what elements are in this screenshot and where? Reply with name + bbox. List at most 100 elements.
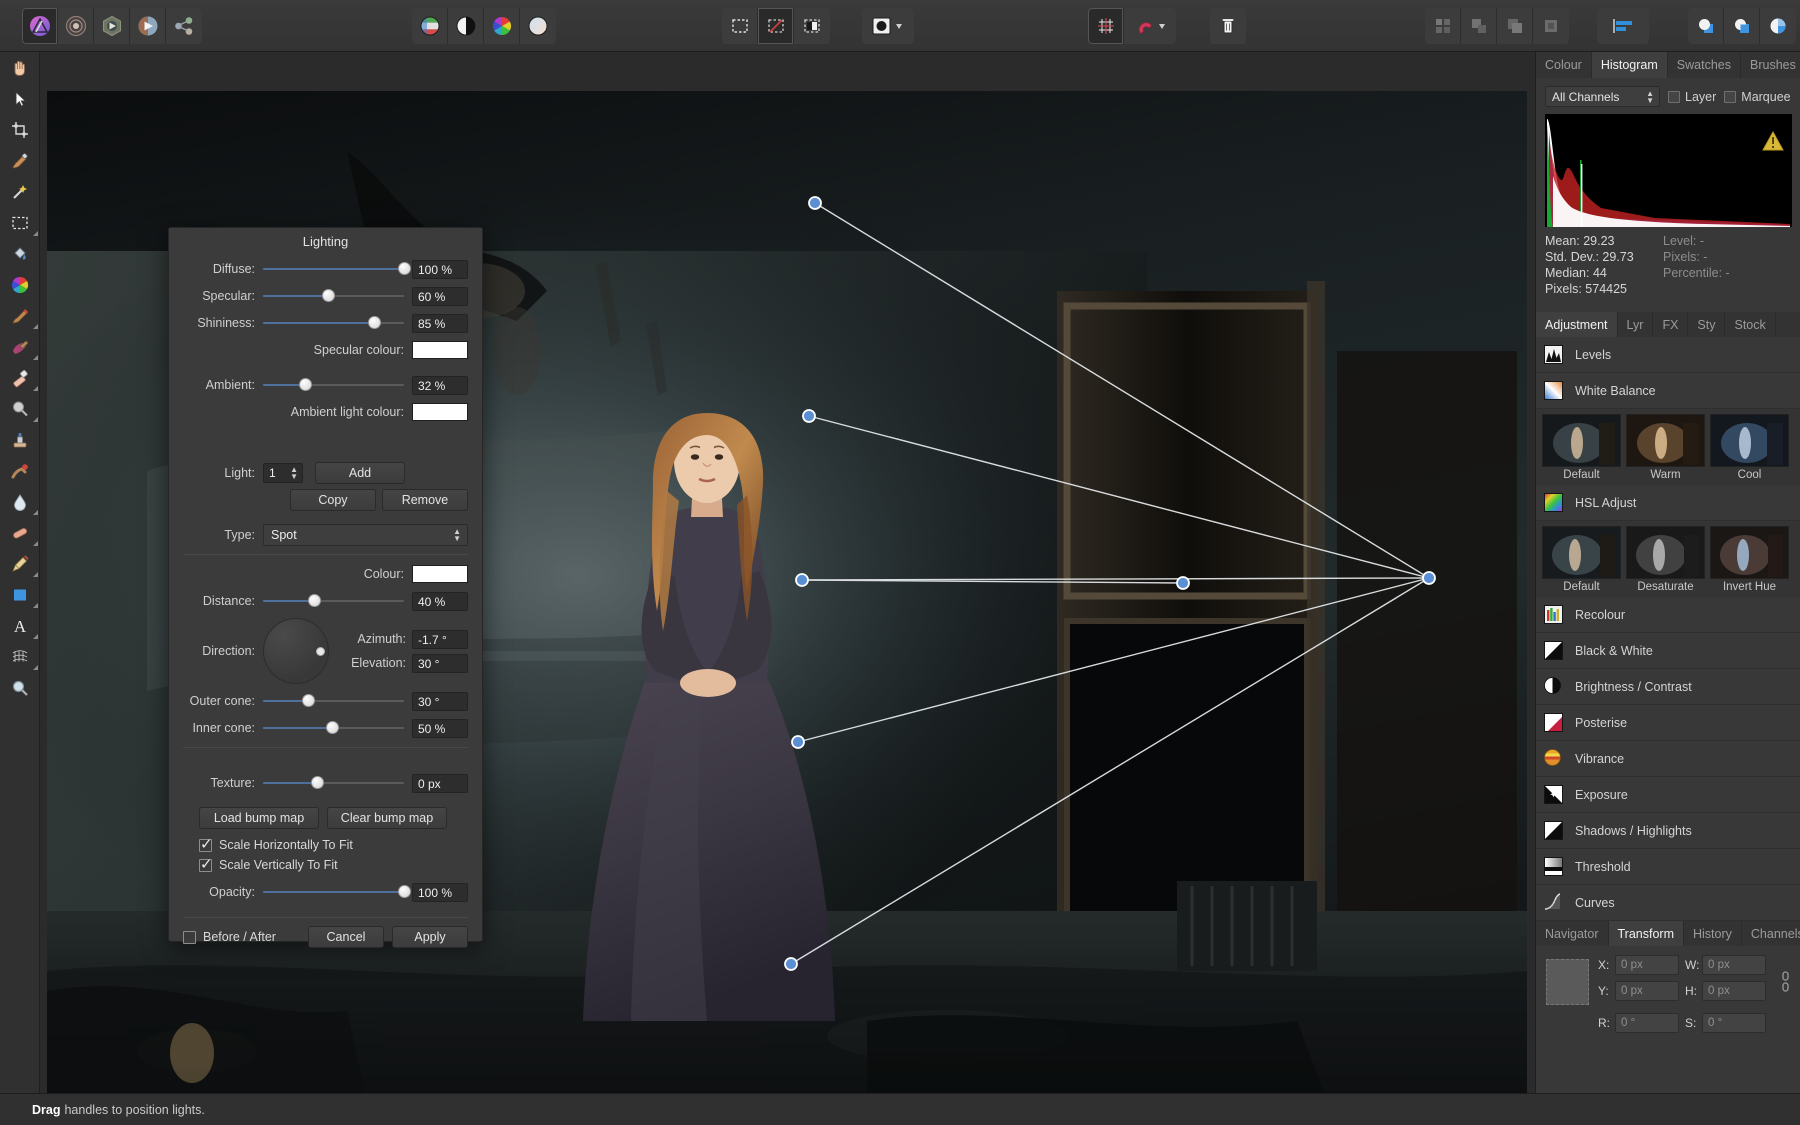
crop-tool[interactable] [0, 114, 40, 145]
snapping-magnet-icon[interactable] [1124, 8, 1176, 44]
opacity-value[interactable]: 100 % [412, 883, 468, 902]
tab-histogram[interactable]: Histogram [1592, 52, 1668, 78]
tab-sty[interactable]: Sty [1688, 312, 1725, 337]
copy-light-button[interactable]: Copy [290, 489, 376, 511]
light-handle-upper-mid[interactable] [803, 410, 815, 422]
marquee-selection-icon[interactable] [722, 8, 758, 44]
light-colour-swatch[interactable] [412, 565, 468, 583]
light-type-select[interactable]: Spot ▲▼ [263, 524, 468, 546]
lighting-dialog[interactable]: Lighting Diffuse: 100 % Specular: [168, 227, 483, 942]
marquee-select-tool[interactable] [0, 207, 40, 238]
artistic-text-tool[interactable]: A [0, 610, 40, 641]
h-input[interactable]: 0 px [1702, 981, 1766, 1001]
preset-hsl-invert-hue[interactable]: Invert Hue [1710, 526, 1789, 593]
subtract-shape-icon[interactable] [1724, 8, 1760, 44]
texture-value[interactable]: 0 px [412, 774, 468, 793]
adjustment-item-posterise[interactable]: Posterise [1536, 705, 1800, 741]
liquify-persona-icon[interactable] [58, 8, 94, 44]
specular-colour-swatch[interactable] [412, 341, 468, 359]
affinity-photo-persona-icon[interactable] [22, 8, 58, 44]
deselect-icon[interactable] [758, 8, 794, 44]
outer-cone-slider[interactable] [263, 692, 404, 710]
dodge-burn-tool[interactable] [0, 393, 40, 424]
preset-hsl-default[interactable]: Default [1542, 526, 1621, 593]
export-persona-icon[interactable] [166, 8, 202, 44]
diffuse-value[interactable]: 100 % [412, 260, 468, 279]
w-input[interactable]: 0 px [1702, 955, 1766, 975]
tab-transform[interactable]: Transform [1609, 921, 1685, 946]
elevation-value[interactable]: 30 ° [412, 654, 468, 673]
add-shape-icon[interactable] [1688, 8, 1724, 44]
adjustment-item-levels[interactable]: Levels [1536, 337, 1800, 373]
tab-colour[interactable]: Colour [1536, 52, 1592, 78]
group-icon[interactable] [1425, 8, 1461, 44]
paint-brush-tool[interactable] [0, 300, 40, 331]
move-backward-icon[interactable] [1533, 8, 1569, 44]
x-input[interactable]: 0 px [1615, 955, 1679, 975]
pen-tool[interactable] [0, 548, 40, 579]
layer-checkbox[interactable]: Layer [1668, 90, 1716, 104]
preset-white-balance-cool[interactable]: Cool [1710, 414, 1789, 481]
flood-fill-tool[interactable] [0, 238, 40, 269]
preset-hsl-desaturate[interactable]: Desaturate [1626, 526, 1705, 593]
shininess-slider[interactable] [263, 314, 404, 332]
light-handle-centre[interactable] [796, 574, 808, 586]
tab-brushes[interactable]: Brushes [1741, 52, 1800, 78]
specular-value[interactable]: 60 % [412, 287, 468, 306]
distance-slider[interactable] [263, 592, 404, 610]
ambient-light-colour-swatch[interactable] [412, 403, 468, 421]
before-after-checkbox[interactable]: Before / After [183, 927, 276, 947]
adjustment-item-shadows-highlights[interactable]: Shadows / Highlights [1536, 813, 1800, 849]
inner-cone-slider[interactable] [263, 719, 404, 737]
channel-select[interactable]: All Channels ▲▼ [1545, 86, 1660, 107]
tab-navigator[interactable]: Navigator [1536, 921, 1609, 946]
adjustment-item-vibrance[interactable]: Vibrance [1536, 741, 1800, 777]
trash-icon[interactable] [1210, 8, 1246, 44]
anchor-point-selector[interactable] [1546, 959, 1589, 1005]
tab-lyr[interactable]: Lyr [1618, 312, 1654, 337]
adjustment-item-brightness-contrast[interactable]: Brightness / Contrast [1536, 669, 1800, 705]
blur-tool[interactable] [0, 486, 40, 517]
ambient-slider[interactable] [263, 376, 404, 394]
move-tool[interactable] [0, 83, 40, 114]
scale-vertically-checkbox[interactable]: Scale Vertically To Fit [183, 855, 468, 875]
shininess-value[interactable]: 85 % [412, 314, 468, 333]
mesh-warp-tool[interactable] [0, 641, 40, 672]
move-forward-icon[interactable] [1497, 8, 1533, 44]
blemish-removal-tool[interactable] [0, 455, 40, 486]
erase-brush-tool[interactable] [0, 362, 40, 393]
adjustment-item-white-balance[interactable]: White Balance [1536, 373, 1800, 409]
light-handle-top[interactable] [809, 197, 821, 209]
y-input[interactable]: 0 px [1615, 981, 1679, 1001]
adjustment-item-curves[interactable]: Curves [1536, 885, 1800, 921]
tab-adjustment[interactable]: Adjustment [1536, 312, 1618, 337]
gradient-preview-icon[interactable] [520, 8, 556, 44]
tone-mapping-persona-icon[interactable] [130, 8, 166, 44]
patch-tool[interactable] [0, 517, 40, 548]
split-view-icon[interactable] [412, 8, 448, 44]
ambient-value[interactable]: 32 % [412, 376, 468, 395]
direction-wheel[interactable] [263, 618, 329, 684]
apply-button[interactable]: Apply [392, 926, 468, 948]
adjustment-item-exposure[interactable]: Exposure [1536, 777, 1800, 813]
load-bump-map-button[interactable]: Load bump map [199, 807, 319, 829]
preset-white-balance-warm[interactable]: Warm [1626, 414, 1705, 481]
adjustment-item-recolour[interactable]: Recolour [1536, 597, 1800, 633]
tab-swatches[interactable]: Swatches [1668, 52, 1741, 78]
rectangle-tool[interactable] [0, 579, 40, 610]
develop-persona-icon[interactable] [94, 8, 130, 44]
texture-slider[interactable] [263, 774, 404, 792]
zoom-tool[interactable] [0, 672, 40, 703]
intersect-shape-icon[interactable] [1760, 8, 1796, 44]
marquee-checkbox[interactable]: Marquee [1724, 90, 1790, 104]
grid-icon[interactable] [1088, 8, 1124, 44]
adjustment-item-threshold[interactable]: Threshold [1536, 849, 1800, 885]
tab-stock[interactable]: Stock [1725, 312, 1775, 337]
s-input[interactable]: 0 ° [1702, 1013, 1766, 1033]
align-left-icon[interactable] [1597, 8, 1649, 44]
refine-selection-icon[interactable] [794, 8, 830, 44]
light-handle-bottom[interactable] [785, 958, 797, 970]
tab-fx[interactable]: FX [1653, 312, 1688, 337]
document-canvas-area[interactable]: Lighting Diffuse: 100 % Specular: [40, 52, 1535, 1093]
remove-light-button[interactable]: Remove [382, 489, 468, 511]
